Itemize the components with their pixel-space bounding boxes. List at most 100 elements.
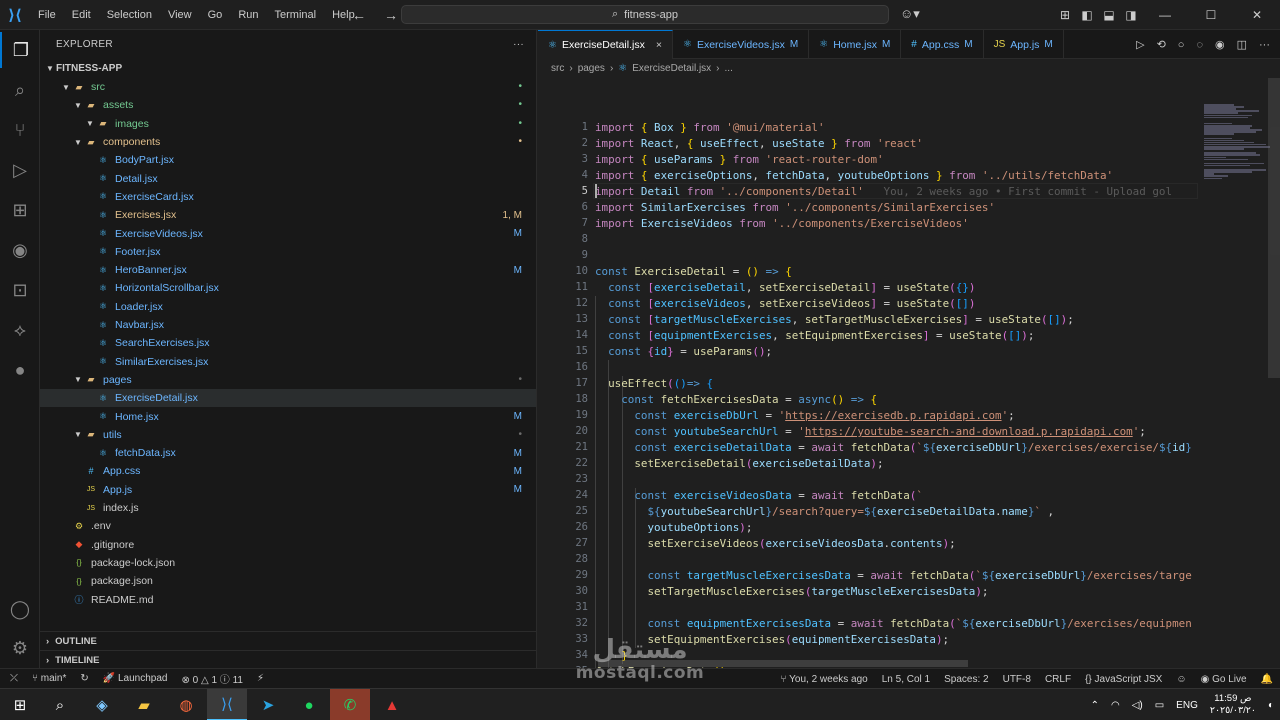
forward-arrow-icon[interactable]: → [384,7,398,23]
clock[interactable]: 11:59 ص ٢٠٢٥/٠٣/٢٠ [1204,693,1262,717]
spotify-icon[interactable]: ● [289,689,329,720]
split-editor-icon[interactable]: ◫ [1237,38,1247,51]
folder-item[interactable]: ▼ ▰ components • [40,133,536,151]
breadcrumb-src[interactable]: src [551,63,564,74]
editor-more-icon[interactable]: ··· [1259,39,1270,51]
explorer-icon[interactable]: ❐ [0,32,40,68]
search-view-icon[interactable]: ⌕ [0,72,40,108]
line-ending[interactable]: CRLF [1038,674,1078,685]
lightning-icon[interactable]: ⚡ [250,673,271,684]
remote-explorer-icon[interactable]: ⊡ [0,272,40,308]
toggle-sidebar-icon[interactable]: ◧ [1076,8,1098,22]
branch-indicator[interactable]: ⑂ main* [25,673,73,684]
wifi-icon[interactable]: ◠ [1105,700,1126,711]
menu-go[interactable]: Go [200,0,231,30]
minimap[interactable] [1200,78,1270,668]
file-item[interactable]: # App.css M [40,462,536,480]
file-item[interactable]: ⓘ README.md [40,590,536,608]
file-item[interactable]: ⚛ ExerciseDetail.jsx [40,389,536,408]
problems-indicator[interactable]: ⊗ 0 △ 1 ⓘ 11 [174,671,249,686]
folder-item[interactable]: ▼ ▰ pages • [40,371,536,389]
go-live-button[interactable]: ◉ Go Live [1194,674,1254,685]
more-actions-icon[interactable]: ··· [513,39,524,50]
menu-run[interactable]: Run [230,0,266,30]
language-mode[interactable]: {} JavaScript JSX [1078,674,1169,685]
file-item[interactable]: JS App.js M [40,481,536,499]
folder-item[interactable]: ▼ ▰ assets • [40,96,536,114]
outline-section[interactable]: › OUTLINE [40,631,536,650]
folder-item[interactable]: ▼ ▰ utils • [40,426,536,444]
file-item[interactable]: ⚛ SimilarExercises.jsx [40,353,536,371]
menu-selection[interactable]: Selection [99,0,160,30]
code-editor[interactable]: 1 2 3 4 5 6 7 8 9 10 11 12 13 14 15 16 17 18 19 20 21 22 23 24 2… [538,88,1198,668]
go-to-previous-change-icon[interactable]: ○ [1178,39,1185,51]
tab-app-css[interactable]: # App.css M [901,30,984,59]
file-item[interactable]: ⚛ Home.jsx M [40,407,536,425]
encoding[interactable]: UTF-8 [996,674,1038,685]
run-debug-icon[interactable]: ▷ [0,152,40,188]
menu-edit[interactable]: Edit [64,0,99,30]
file-item[interactable]: ⚛ fetchData.jsx M [40,444,536,462]
gitlens-inspect-icon[interactable]: ◉ [1215,38,1225,51]
breadcrumb-symbol[interactable]: ... [725,63,733,74]
blame-status[interactable]: ⑂ You, 2 weeks ago [774,674,875,685]
menu-file[interactable]: File [30,0,64,30]
tab-home[interactable]: ⚛ Home.jsx M [809,30,902,59]
file-item[interactable]: {} package-lock.json [40,554,536,572]
file-item[interactable]: ⚛ HeroBanner.jsx M [40,261,536,279]
graph-icon[interactable]: ⟡ [0,312,40,348]
git-compare-icon[interactable]: ⟲ [1157,38,1166,51]
github-icon[interactable]: ● [0,352,40,388]
cursor-position[interactable]: Ln 5, Col 1 [875,674,937,685]
file-item[interactable]: ⚙ .env [40,517,536,535]
breadcrumb-pages[interactable]: pages [578,63,605,74]
language-indicator[interactable]: ENG [1170,700,1204,711]
file-item[interactable]: ⚛ Footer.jsx [40,243,536,261]
customize-layout-icon[interactable]: ⊞ [1054,8,1076,22]
file-item[interactable]: ⚛ SearchExercises.jsx [40,334,536,352]
file-item[interactable]: ⚛ Navbar.jsx [40,316,536,334]
file-item[interactable]: {} package.json [40,572,536,590]
file-item[interactable]: JS index.js [40,499,536,517]
acrobat-icon[interactable]: ▲ [372,689,412,720]
file-item[interactable]: ⚛ HorizontalScrollbar.jsx [40,279,536,297]
show-hidden-icons-icon[interactable]: ⌃ [1085,700,1105,711]
gitlens-icon[interactable]: ◉ [0,232,40,268]
account-icon[interactable]: ◯ [0,591,40,627]
menu-terminal[interactable]: Terminal [267,0,325,30]
toggle-secondary-sidebar-icon[interactable]: ◨ [1120,8,1142,22]
copilot-app-icon[interactable]: ◈ [82,689,122,720]
browser-icon[interactable]: ◍ [166,689,206,720]
folder-item[interactable]: ▼ ▰ src • [40,78,536,96]
file-item[interactable]: ⚛ ExerciseCard.jsx [40,188,536,206]
copilot-status-icon[interactable]: ☺ [1169,674,1193,685]
file-explorer-icon[interactable]: ▰ [124,689,164,720]
file-item[interactable]: ⚛ Exercises.jsx 1, M [40,206,536,224]
launchpad-button[interactable]: 🚀 Launchpad [96,673,175,684]
file-item[interactable]: ⚛ ExerciseVideos.jsx M [40,224,536,242]
file-item[interactable]: ⚛ BodyPart.jsx [40,151,536,169]
run-icon[interactable]: ▷ [1136,38,1144,51]
open-changes-icon[interactable]: ◌ [1196,39,1203,51]
tab-app-js[interactable]: JS App.js M [984,30,1064,59]
vscode-taskbar-icon[interactable]: ⟩⟨ [207,689,247,720]
notifications-icon[interactable]: 🔔 [1254,674,1280,685]
telegram-icon[interactable]: ➤ [248,689,288,720]
file-item[interactable]: ⚛ Loader.jsx [40,298,536,316]
windows-start-icon[interactable]: ⊞ [0,689,40,720]
tab-exercisedetail[interactable]: ⚛ ExerciseDetail.jsx × [538,30,673,59]
close-tab-icon[interactable]: × [656,39,662,51]
tab-exercisevideos[interactable]: ⚛ ExerciseVideos.jsx M [673,30,810,59]
search-icon[interactable]: ⌕ [40,689,80,720]
minimize-icon[interactable]: — [1142,8,1188,22]
timeline-section[interactable]: › TIMELINE [40,650,536,669]
notification-center-icon[interactable]: ◐ [1262,700,1280,711]
toggle-panel-icon[interactable]: ⬓ [1098,8,1120,22]
workspace-root[interactable]: ▼ FITNESS-APP [40,59,536,77]
settings-gear-icon[interactable]: ⚙ [0,630,40,666]
sync-icon[interactable]: ↻ [73,673,95,684]
vertical-scrollbar[interactable] [1268,78,1280,378]
copilot-icon[interactable]: ☺▾ [900,6,920,22]
file-item[interactable]: ⚛ Detail.jsx [40,170,536,188]
breadcrumb-file[interactable]: ExerciseDetail.jsx [632,63,711,74]
